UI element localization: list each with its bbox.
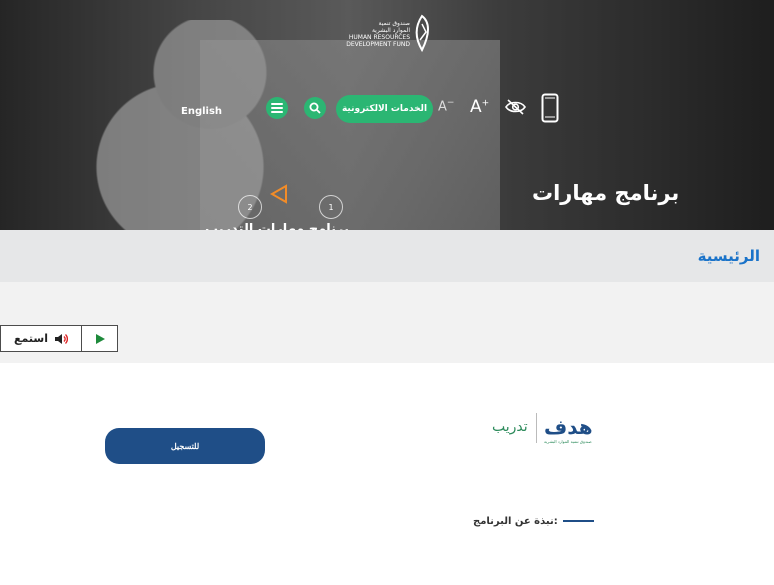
font-decrease-button[interactable]: A− bbox=[438, 98, 454, 114]
listen-play-button[interactable] bbox=[82, 326, 117, 351]
partner-divider bbox=[536, 413, 537, 443]
slide-indicator-1[interactable]: 1 bbox=[319, 195, 343, 219]
logo-text: صندوق تنمية الموارد البشرية HUMAN RESOUR… bbox=[346, 20, 410, 48]
hero-banner: صندوق تنمية الموارد البشرية HUMAN RESOUR… bbox=[0, 0, 774, 230]
language-switch-link[interactable]: English bbox=[181, 106, 222, 117]
eservices-button[interactable]: الخدمات الالكترونية bbox=[336, 95, 433, 123]
search-icon bbox=[309, 102, 321, 114]
hero-title: برنامج مهارات bbox=[532, 181, 680, 205]
logo-emblem-icon bbox=[415, 14, 429, 52]
listen-player[interactable]: استمع bbox=[0, 325, 118, 352]
hadaf-logo-subtitle: صندوق تنمية الموارد البشرية bbox=[544, 439, 592, 444]
slide-indicator-2[interactable]: 2 bbox=[238, 195, 262, 219]
about-program-heading: نبذة عن البرنامج: bbox=[473, 516, 558, 527]
listen-label-button[interactable]: استمع bbox=[1, 326, 82, 351]
partner-logo: تدريب هدف صندوق تنمية الموارد البشرية bbox=[492, 409, 612, 449]
hero-slide-caption: برنامج مهارات التدريب bbox=[205, 222, 349, 230]
partner-tag: تدريب bbox=[492, 419, 528, 435]
play-icon bbox=[95, 333, 105, 344]
contrast-toggle-button[interactable] bbox=[505, 99, 526, 119]
listen-label: استمع bbox=[14, 332, 48, 345]
eye-slash-icon bbox=[505, 99, 526, 115]
font-increase-button[interactable]: A+ bbox=[470, 97, 489, 117]
hamburger-icon bbox=[271, 103, 283, 113]
hadaf-logo: هدف bbox=[544, 415, 593, 439]
mobile-app-button[interactable] bbox=[541, 93, 559, 127]
slider-play-icon[interactable] bbox=[269, 184, 289, 204]
speaker-icon bbox=[54, 333, 68, 344]
search-button[interactable] bbox=[304, 97, 326, 119]
section-underline bbox=[563, 520, 594, 522]
menu-button[interactable] bbox=[266, 97, 288, 119]
mobile-phone-icon bbox=[541, 93, 559, 123]
breadcrumb: الرئيسية bbox=[0, 230, 774, 282]
breadcrumb-home-link[interactable]: الرئيسية bbox=[698, 247, 760, 265]
hrdf-logo[interactable]: صندوق تنمية الموارد البشرية HUMAN RESOUR… bbox=[340, 14, 432, 54]
register-button[interactable]: للتسجيل bbox=[105, 428, 265, 464]
